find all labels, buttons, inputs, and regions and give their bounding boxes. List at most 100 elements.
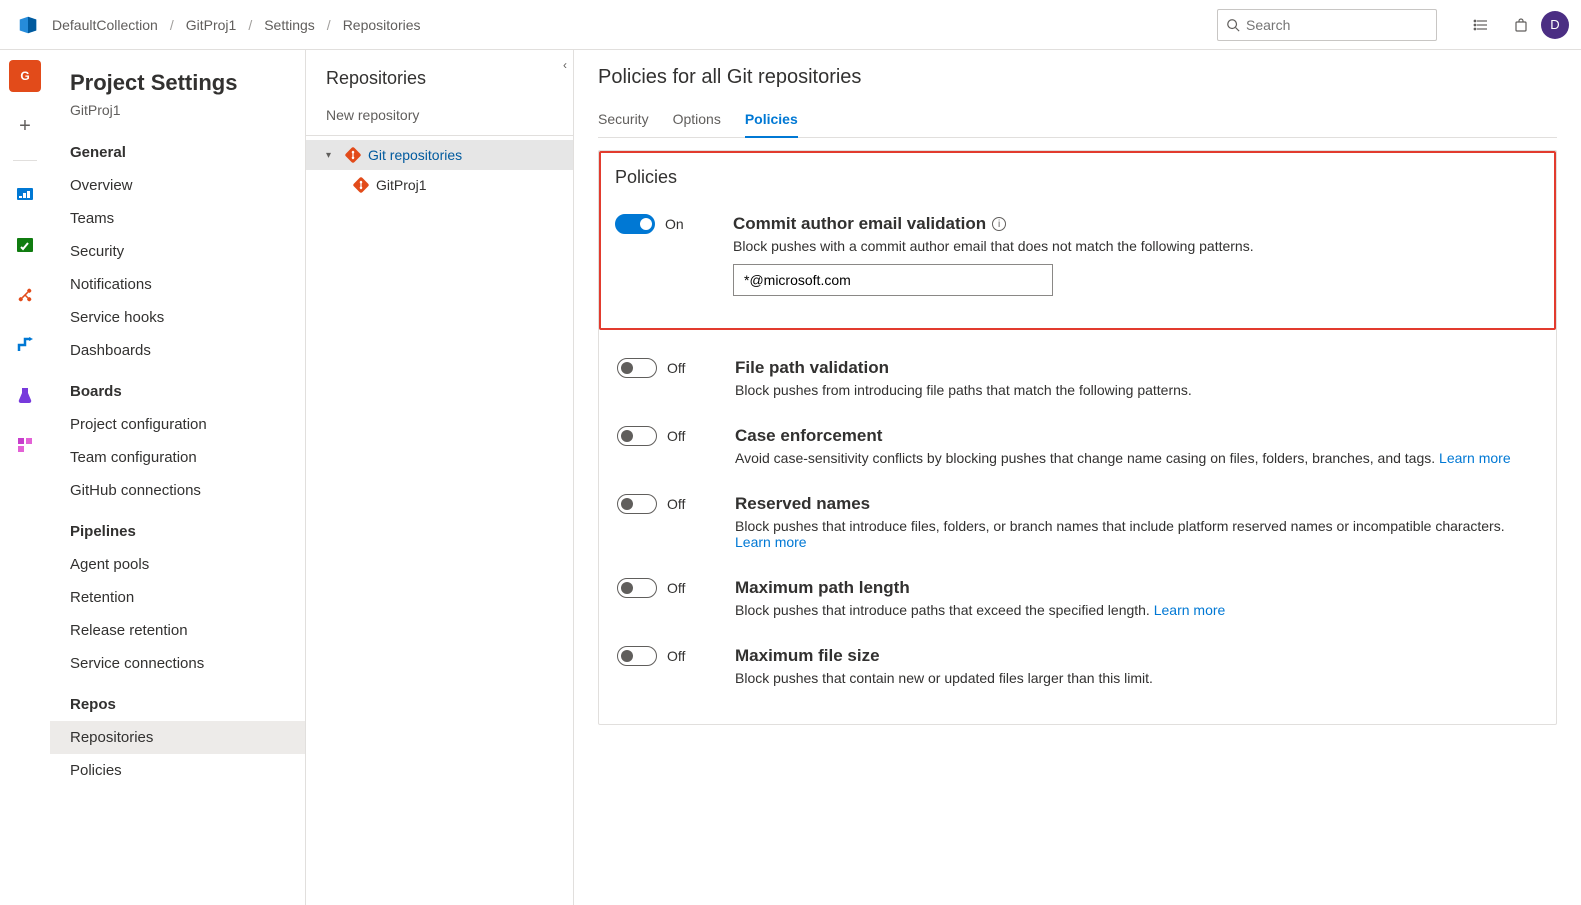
settings-subtitle: GitProj1 xyxy=(50,96,305,134)
policy-title: Maximum path length xyxy=(735,578,1538,598)
main-content: Policies for all Git repositories Securi… xyxy=(574,50,1581,905)
info-icon[interactable]: i xyxy=(992,217,1006,231)
toggle-pathlen[interactable] xyxy=(617,578,657,598)
policy-description: Block pushes that introduce files, folde… xyxy=(735,518,1538,550)
policy-row-email: On Commit author email validationi Block p… xyxy=(615,200,1540,310)
toggle-filepath[interactable] xyxy=(617,358,657,378)
nav-link-release-retention[interactable]: Release retention xyxy=(50,614,305,647)
nav-link-team-configuration[interactable]: Team configuration xyxy=(50,441,305,474)
top-header: DefaultCollection / GitProj1 / Settings … xyxy=(0,0,1581,50)
policy-title: File path validation xyxy=(735,358,1538,378)
avatar[interactable]: D xyxy=(1541,11,1569,39)
breadcrumb-settings[interactable]: Settings xyxy=(264,17,315,33)
toggle-email[interactable] xyxy=(615,214,655,234)
tab-options[interactable]: Options xyxy=(673,103,721,137)
tab-security[interactable]: Security xyxy=(598,103,649,137)
policy-title: Maximum file size xyxy=(735,646,1538,666)
nav-link-security[interactable]: Security xyxy=(50,235,305,268)
tree-root-label: Git repositories xyxy=(368,147,462,163)
search-icon xyxy=(1226,18,1240,32)
rail-project-tile[interactable]: G xyxy=(9,60,41,92)
tree-item-gitproj1[interactable]: GitProj1 xyxy=(306,170,573,200)
nav-link-teams[interactable]: Teams xyxy=(50,202,305,235)
repositories-column: ‹ Repositories New repository ▾ Git repo… xyxy=(306,50,574,905)
nav-section-head: General xyxy=(50,134,305,169)
nav-section-head: Boards xyxy=(50,373,305,408)
toggle-state-label: Off xyxy=(667,580,685,596)
policy-row-filesize: Off Maximum file size Block pushes that co… xyxy=(617,632,1538,700)
nav-link-github-connections[interactable]: GitHub connections xyxy=(50,474,305,507)
chevron-down-icon: ▾ xyxy=(326,150,338,161)
policy-description: Block pushes from introducing file paths… xyxy=(735,382,1538,398)
rail-testplans-icon[interactable] xyxy=(9,379,41,411)
page-title: Policies for all Git repositories xyxy=(598,66,1557,89)
shopping-bag-icon[interactable] xyxy=(1505,9,1537,41)
policy-title: Case enforcement xyxy=(735,426,1538,446)
nav-link-overview[interactable]: Overview xyxy=(50,169,305,202)
breadcrumb-collection[interactable]: DefaultCollection xyxy=(52,17,158,33)
nav-link-notifications[interactable]: Notifications xyxy=(50,268,305,301)
toggle-case[interactable] xyxy=(617,426,657,446)
learn-more-link[interactable]: Learn more xyxy=(735,534,807,550)
settings-title: Project Settings xyxy=(50,70,305,96)
nav-link-service-connections[interactable]: Service connections xyxy=(50,647,305,680)
breadcrumb-project[interactable]: GitProj1 xyxy=(186,17,237,33)
settings-nav: Project Settings GitProj1 GeneralOvervie… xyxy=(50,50,306,905)
highlighted-policy-box: Policies On Commit author email validation… xyxy=(599,151,1556,330)
nav-link-agent-pools[interactable]: Agent pools xyxy=(50,548,305,581)
tree-item-label: GitProj1 xyxy=(376,177,427,193)
policy-row-pathlen: Off Maximum path length Block pushes that … xyxy=(617,564,1538,632)
product-logo[interactable] xyxy=(16,13,40,37)
toggle-state-label: Off xyxy=(667,648,685,664)
list-icon[interactable] xyxy=(1465,9,1497,41)
rail-divider xyxy=(13,160,37,161)
policy-description: Block pushes that contain new or updated… xyxy=(735,670,1538,686)
search-box[interactable] xyxy=(1217,9,1437,41)
breadcrumb: DefaultCollection / GitProj1 / Settings … xyxy=(52,17,421,33)
toggle-state-label: Off xyxy=(667,496,685,512)
policy-description: Block pushes with a commit author email … xyxy=(733,238,1540,254)
rail-repos-icon[interactable] xyxy=(9,279,41,311)
toggle-reserved[interactable] xyxy=(617,494,657,514)
git-icon xyxy=(351,175,371,195)
tabs: Security Options Policies xyxy=(598,103,1557,138)
rail-overview-icon[interactable] xyxy=(9,179,41,211)
policy-row-filepath: Off File path validation Block pushes from… xyxy=(617,344,1538,412)
nav-link-policies[interactable]: Policies xyxy=(50,754,305,787)
rail-artifacts-icon[interactable] xyxy=(9,429,41,461)
nav-link-service-hooks[interactable]: Service hooks xyxy=(50,301,305,334)
nav-link-retention[interactable]: Retention xyxy=(50,581,305,614)
policies-card: Policies On Commit author email validation… xyxy=(598,150,1557,725)
search-input[interactable] xyxy=(1246,17,1428,33)
tab-policies[interactable]: Policies xyxy=(745,103,798,137)
icon-rail: G + xyxy=(0,50,50,905)
rail-boards-icon[interactable] xyxy=(9,229,41,261)
policy-description: Block pushes that introduce paths that e… xyxy=(735,602,1538,618)
policy-description: Avoid case-sensitivity conflicts by bloc… xyxy=(735,450,1538,466)
nav-link-project-configuration[interactable]: Project configuration xyxy=(50,408,305,441)
policy-title: Reserved names xyxy=(735,494,1538,514)
policy-row-case: Off Case enforcement Avoid case-sensitivit… xyxy=(617,412,1538,480)
rail-add-button[interactable]: + xyxy=(9,110,41,142)
nav-section-head: Repos xyxy=(50,686,305,721)
collapse-chevron-icon[interactable]: ‹ xyxy=(563,58,567,72)
toggle-state-label: On xyxy=(665,216,684,232)
toggle-state-label: Off xyxy=(667,360,685,376)
learn-more-link[interactable]: Learn more xyxy=(1439,450,1511,466)
breadcrumb-repositories[interactable]: Repositories xyxy=(343,17,421,33)
policies-heading: Policies xyxy=(615,167,1540,188)
rail-pipelines-icon[interactable] xyxy=(9,329,41,361)
tree-root-git-repositories[interactable]: ▾ Git repositories xyxy=(306,140,573,170)
learn-more-link[interactable]: Learn more xyxy=(1154,602,1226,618)
new-repository-link[interactable]: New repository xyxy=(306,95,573,136)
toggle-state-label: Off xyxy=(667,428,685,444)
nav-link-repositories[interactable]: Repositories xyxy=(50,721,305,754)
policy-title: Commit author email validationi xyxy=(733,214,1540,234)
git-icon xyxy=(343,145,363,165)
toggle-filesize[interactable] xyxy=(617,646,657,666)
nav-section-head: Pipelines xyxy=(50,513,305,548)
nav-link-dashboards[interactable]: Dashboards xyxy=(50,334,305,367)
policy-input-email[interactable] xyxy=(733,264,1053,296)
policy-row-reserved: Off Reserved names Block pushes that intro… xyxy=(617,480,1538,564)
repo-col-title: Repositories xyxy=(306,68,573,95)
